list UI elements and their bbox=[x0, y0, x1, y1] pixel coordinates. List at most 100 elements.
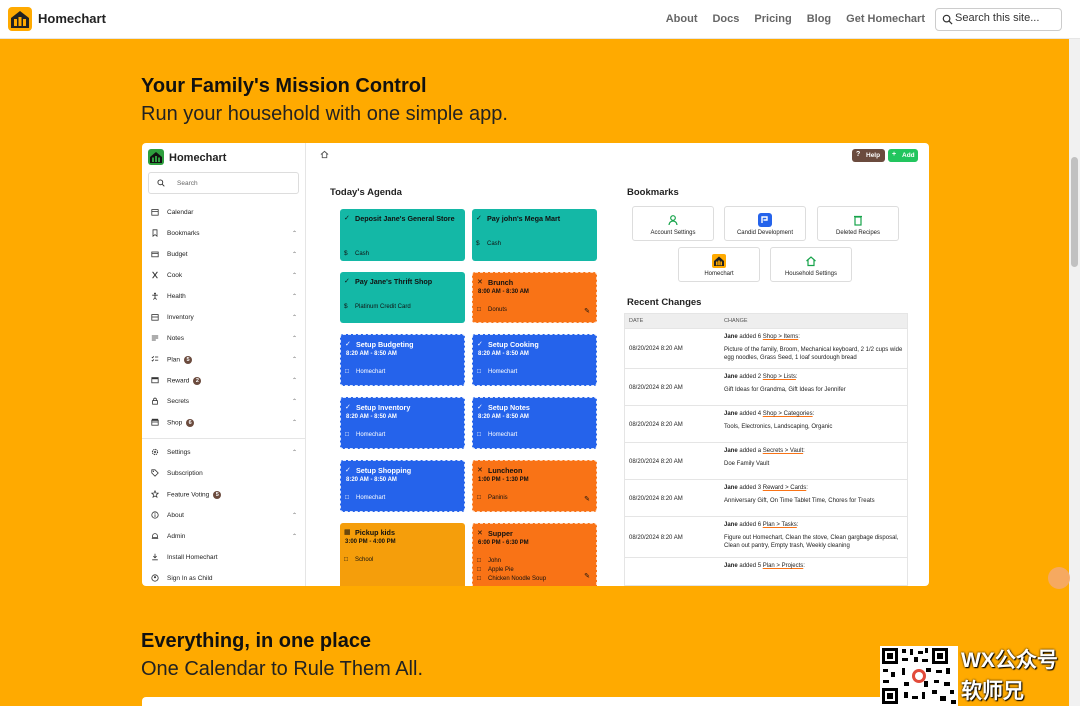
home-icon[interactable] bbox=[320, 150, 329, 159]
sidebar-item-plan[interactable]: Plan 5 ⌃ bbox=[150, 353, 300, 367]
row-date: 08/20/2024 8:20 AM bbox=[629, 458, 683, 465]
agenda-card[interactable]: ✓ Pay Jane's Thrift Shop $ Platinum Credit … bbox=[340, 272, 465, 323]
chevron-up-icon[interactable]: ⌃ bbox=[292, 377, 297, 384]
change-link[interactable]: Plan > Tasks bbox=[763, 522, 797, 528]
agenda-card[interactable]: ✕ Supper 6:00 PM - 6:30 PM □ John □ Apple Pie □… bbox=[472, 523, 597, 586]
nav-get-homechart[interactable]: Get Homechart bbox=[846, 13, 925, 25]
homechart-logo-icon[interactable] bbox=[8, 7, 32, 31]
agenda-card-detail: Homechart bbox=[488, 432, 518, 438]
agenda-card[interactable]: ✓ Setup Cooking 8:20 AM - 8:50 AM □ Homechar… bbox=[472, 334, 597, 386]
agenda-card[interactable]: ✕ Brunch 8:00 AM - 8:30 AM □ Donuts ✎ bbox=[472, 272, 597, 323]
edit-icon[interactable]: ✎ bbox=[584, 572, 590, 580]
sidebar-item-inventory[interactable]: Inventory ⌃ bbox=[150, 311, 300, 325]
sidebar-item-shop[interactable]: Shop 6 ⌃ bbox=[150, 416, 300, 430]
agenda-card[interactable]: ✓ Setup Inventory 8:20 AM - 8:50 AM □ Homech… bbox=[340, 397, 465, 449]
agenda-card[interactable]: ✓ Setup Shopping 8:20 AM - 8:50 AM □ Homecha… bbox=[340, 460, 465, 512]
row-change: Jane added 6 Shop > Items: Picture of the… bbox=[724, 334, 903, 361]
change-link[interactable]: Shop > Items bbox=[763, 334, 799, 340]
inventory-icon bbox=[151, 314, 159, 321]
table-row: 08/20/2024 8:20 AM Jane added 3 Reward > … bbox=[625, 479, 907, 516]
agenda-card[interactable]: ✓ Setup Notes 8:20 AM - 8:50 AM □ Homechart bbox=[472, 397, 597, 449]
sidebar-item-admin[interactable]: Admin ⌃ bbox=[150, 530, 300, 544]
tag-icon bbox=[151, 469, 159, 477]
sidebar-item-settings[interactable]: Settings ⌃ bbox=[150, 446, 300, 460]
site-brand[interactable]: Homechart bbox=[38, 11, 106, 26]
app-search-placeholder: Search bbox=[177, 180, 198, 187]
bookmark-tile[interactable]: Account Settings bbox=[632, 206, 714, 241]
sidebar-item-calendar[interactable]: Calendar bbox=[150, 206, 300, 220]
add-button[interactable]: + Add bbox=[888, 149, 918, 162]
bookmark-tile[interactable]: Homechart bbox=[678, 247, 760, 282]
chevron-up-icon[interactable]: ⌃ bbox=[292, 251, 297, 258]
sidebar-item-label: Reward 2 bbox=[167, 377, 202, 385]
chevron-up-icon[interactable]: ⌃ bbox=[292, 398, 297, 405]
nav-pricing[interactable]: Pricing bbox=[754, 13, 791, 25]
table-row: 08/20/2024 8:20 AM Jane added 6 Shop > It… bbox=[625, 328, 907, 368]
info-icon bbox=[151, 511, 159, 519]
translate-float-button[interactable] bbox=[1048, 567, 1070, 589]
chevron-up-icon[interactable]: ⌃ bbox=[292, 419, 297, 426]
agenda-card-title: Setup Shopping bbox=[356, 466, 412, 475]
bookmark-tile[interactable]: Deleted Recipes bbox=[817, 206, 899, 241]
sidebar-item-sign-in-as-child[interactable]: Sign In as Child bbox=[150, 572, 300, 586]
sidebar-item-bookmarks[interactable]: Bookmarks ⌃ bbox=[150, 227, 300, 241]
calendar-icon: ▦ bbox=[344, 529, 351, 536]
change-link[interactable]: Shop > Lists bbox=[763, 374, 796, 380]
agenda-card[interactable]: ✓ Deposit Jane's General Store $ Cash bbox=[340, 209, 465, 261]
agenda-card-detail: Paninis bbox=[488, 495, 508, 501]
utensils-icon: ✕ bbox=[477, 530, 483, 537]
agenda-card-time: 8:00 AM - 8:30 AM bbox=[478, 289, 529, 295]
nav-about[interactable]: About bbox=[666, 13, 698, 25]
child-icon bbox=[151, 574, 159, 582]
row-date: 08/20/2024 8:20 AM bbox=[629, 346, 683, 352]
nav-docs[interactable]: Docs bbox=[712, 13, 739, 25]
detail-icon: □ bbox=[344, 556, 348, 563]
chevron-up-icon[interactable]: ⌃ bbox=[292, 356, 297, 363]
edit-icon[interactable]: ✎ bbox=[584, 307, 590, 315]
sidebar-item-label: Shop 6 bbox=[167, 419, 195, 427]
change-link[interactable]: Plan > Projects bbox=[763, 563, 804, 569]
row-date: 08/20/2024 8:20 AM bbox=[629, 534, 683, 541]
sidebar-item-reward[interactable]: Reward 2 ⌃ bbox=[150, 374, 300, 388]
sidebar-item-cook[interactable]: Cook ⌃ bbox=[150, 269, 300, 283]
site-search[interactable] bbox=[935, 8, 1062, 31]
homechart-logo-icon bbox=[712, 254, 726, 268]
sidebar-item-feature-voting[interactable]: Feature Voting 5 bbox=[150, 488, 300, 502]
change-link[interactable]: Shop > Categories bbox=[763, 411, 813, 417]
agenda-card[interactable]: ✓ Pay john's Mega Mart $ Cash bbox=[472, 209, 597, 261]
page-scrollbar[interactable] bbox=[1069, 39, 1080, 706]
agenda-card[interactable]: ✓ Setup Budgeting 8:20 AM - 8:50 AM □ Homech… bbox=[340, 334, 465, 386]
chevron-up-icon[interactable]: ⌃ bbox=[292, 335, 297, 342]
chevron-up-icon[interactable]: ⌃ bbox=[292, 230, 297, 237]
site-search-input[interactable] bbox=[955, 12, 1055, 24]
edit-icon[interactable]: ✎ bbox=[584, 495, 590, 503]
sidebar-item-subscription[interactable]: Subscription bbox=[150, 467, 300, 481]
chevron-up-icon[interactable]: ⌃ bbox=[292, 533, 297, 540]
scrollbar-thumb[interactable] bbox=[1071, 157, 1078, 267]
sidebar-item-about[interactable]: About ⌃ bbox=[150, 509, 300, 523]
agenda-card[interactable]: ✕ Luncheon 1:00 PM - 1:30 PM □ Paninis ✎ bbox=[472, 460, 597, 512]
bookmark-tile[interactable]: Household Settings bbox=[770, 247, 852, 282]
agenda-card[interactable]: ▦ Pickup kids 3:00 PM - 4:00 PM □ School bbox=[340, 523, 465, 586]
sidebar-item-secrets[interactable]: Secrets ⌃ bbox=[150, 395, 300, 409]
chevron-up-icon[interactable]: ⌃ bbox=[292, 272, 297, 279]
sidebar-item-health[interactable]: Health ⌃ bbox=[150, 290, 300, 304]
agenda-card-detail: Platinum Credit Card bbox=[355, 304, 411, 310]
sidebar-badge: 6 bbox=[186, 419, 195, 427]
bookmark-label: Household Settings bbox=[784, 271, 838, 277]
sidebar-item-notes[interactable]: Notes ⌃ bbox=[150, 332, 300, 346]
agenda-card-title: Brunch bbox=[488, 278, 514, 287]
bookmark-tile[interactable]: Candid Development bbox=[724, 206, 806, 241]
chevron-up-icon[interactable]: ⌃ bbox=[292, 293, 297, 300]
chevron-up-icon[interactable]: ⌃ bbox=[292, 314, 297, 321]
nav-blog[interactable]: Blog bbox=[807, 13, 831, 25]
app-search[interactable]: Search bbox=[148, 172, 299, 194]
sidebar-item-install-homechart[interactable]: Install Homechart bbox=[150, 551, 300, 565]
chevron-up-icon[interactable]: ⌃ bbox=[292, 512, 297, 519]
help-button[interactable]: ? Help bbox=[852, 149, 885, 162]
change-link[interactable]: Reward > Cards bbox=[763, 485, 807, 491]
sidebar-item-budget[interactable]: Budget ⌃ bbox=[150, 248, 300, 262]
chevron-up-icon[interactable]: ⌃ bbox=[292, 449, 297, 456]
search-icon bbox=[157, 179, 165, 187]
change-link[interactable]: Secrets > Vault bbox=[763, 448, 803, 454]
